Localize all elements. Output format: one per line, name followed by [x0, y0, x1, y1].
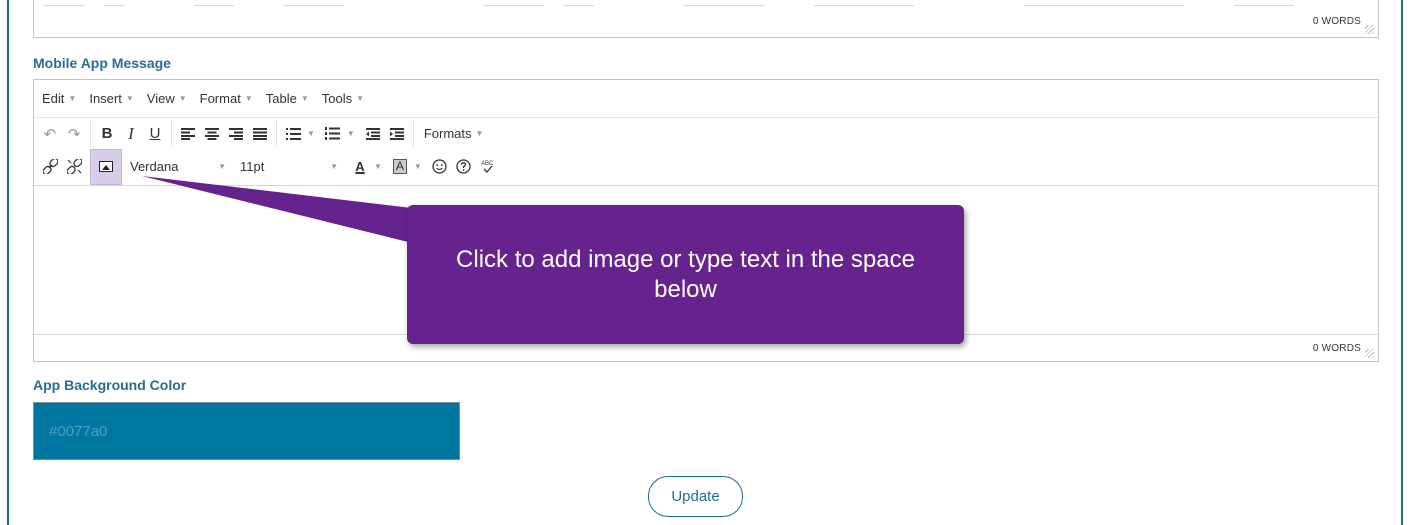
background-color-input[interactable]: #0077a0 [33, 402, 460, 460]
update-button[interactable]: Update [648, 476, 743, 517]
instruction-callout: Click to add image or type text in the s… [407, 205, 964, 344]
app-background-color-label: App Background Color [33, 377, 187, 393]
callout-text: Click to add image or type text in the s… [456, 245, 915, 303]
color-value: #0077a0 [49, 422, 108, 440]
callout-arrow [142, 176, 412, 242]
